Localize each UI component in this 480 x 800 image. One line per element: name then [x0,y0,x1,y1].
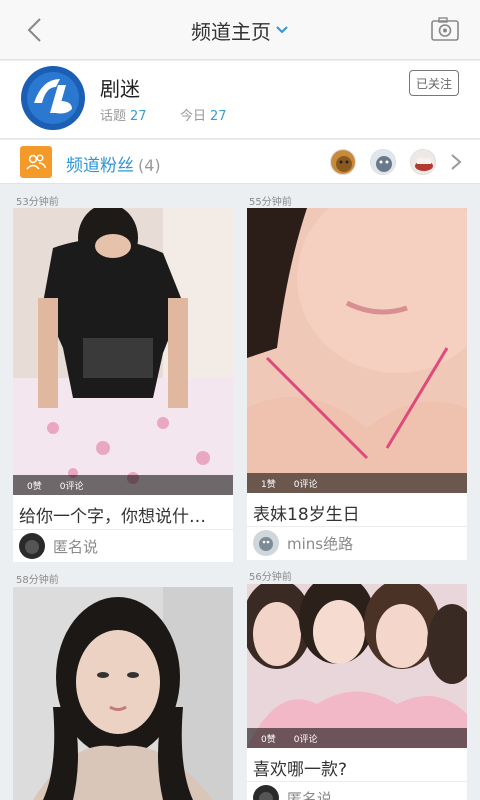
top-bar: 频道主页 [0,0,480,60]
fan-avatar[interactable] [370,149,396,175]
fan-avatar[interactable] [330,149,356,175]
topics-stat: 话题 27 [100,109,147,124]
follow-button[interactable]: 已关注 [409,70,459,96]
fans-label: 频道粉丝 (4) [66,156,161,176]
author-name: mins绝路 [287,534,354,553]
post-time: 56分钟前 [249,572,292,583]
post-card[interactable]: 0赞 0评论 喜欢哪一款? 匿名说 [247,584,467,800]
author-name: 匿名说 [287,789,333,800]
title-dropdown[interactable]: 频道主页 [191,16,289,45]
likes-count: 1赞 [261,479,276,490]
channel-header: 剧迷 话题 27 今日 27 已关注 [0,61,480,139]
post-photo[interactable] [247,584,467,748]
post-time: 58分钟前 [16,575,59,586]
people-icon [20,146,52,178]
chevron-right-icon [451,154,462,170]
post-stats: 1赞 0评论 [247,473,467,493]
channel-logo-icon [20,65,86,131]
post-photo[interactable] [247,208,467,493]
avatar [19,533,45,559]
post-author[interactable]: 匿名说 [253,785,332,800]
divider [13,529,233,530]
post-card[interactable]: 0赞 0评论 给你一个字，你想说什… 匿名说 [13,208,233,562]
comments-count: 0评论 [293,734,318,745]
comments-count: 0评论 [59,481,84,492]
fan-avatar[interactable] [410,149,436,175]
post-stats: 0赞 0评论 [247,728,467,748]
avatar [253,785,279,800]
likes-count: 0赞 [261,734,276,745]
post-time: 53分钟前 [16,197,59,208]
post-photo[interactable] [13,208,233,495]
camera-button[interactable] [430,15,460,43]
post-card[interactable] [13,587,233,800]
chevron-down-icon [276,26,288,34]
post-caption: 给你一个字，你想说什… [19,507,206,527]
divider [247,526,467,527]
likes-count: 0赞 [27,481,42,492]
post-author[interactable]: mins绝路 [253,530,353,556]
post-photo[interactable] [13,587,233,800]
comments-count: 0评论 [293,479,318,490]
post-caption: 表妹18岁生日 [253,505,360,525]
post-card[interactable]: 1赞 0评论 表妹18岁生日 mins绝路 [247,208,467,560]
avatar [253,530,279,556]
author-name: 匿名说 [53,537,99,556]
post-author[interactable]: 匿名说 [19,533,98,559]
channel-fans-row[interactable]: 频道粉丝 (4) [0,140,480,184]
post-stats: 0赞 0评论 [13,475,233,495]
post-time: 55分钟前 [249,197,292,208]
divider [247,781,467,782]
page-title: 频道主页 [191,19,271,44]
post-caption: 喜欢哪一款? [253,760,348,780]
channel-name: 剧迷 [100,77,140,101]
today-stat: 今日 27 [180,109,227,124]
camera-icon [431,17,459,41]
